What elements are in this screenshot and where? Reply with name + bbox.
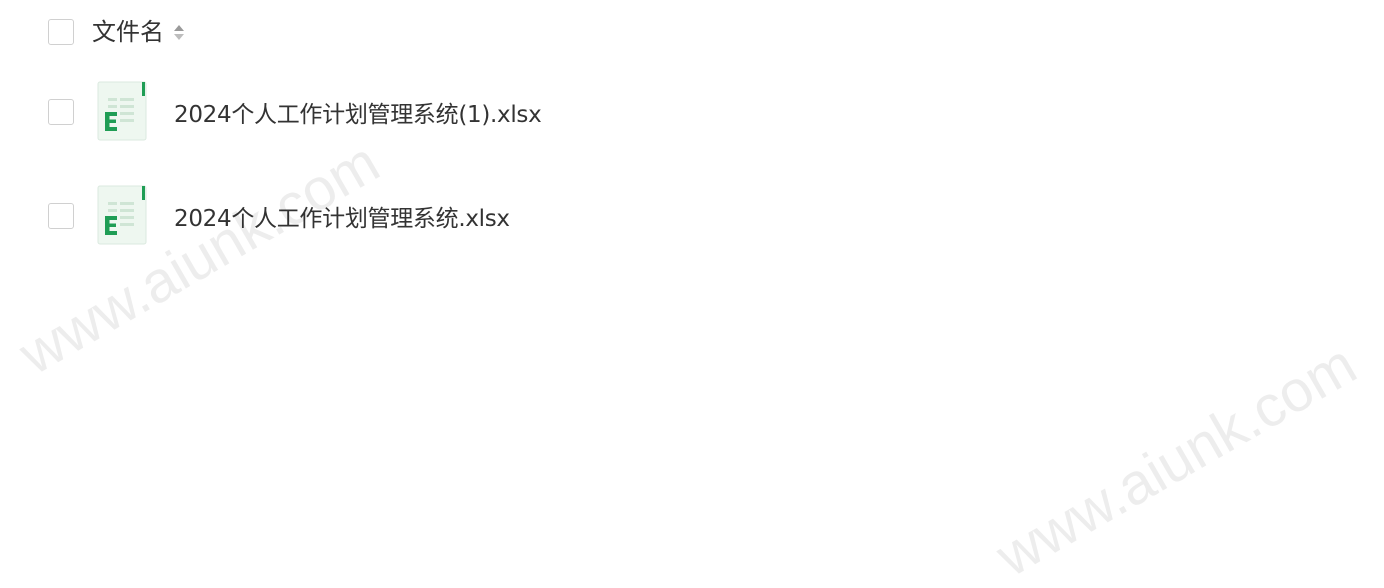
file-row[interactable]: 2024个人工作计划管理系统.xlsx — [48, 185, 510, 247]
watermark-text: www.aiunk.com — [985, 331, 1367, 588]
excel-file-icon — [97, 185, 147, 245]
excel-file-icon — [97, 81, 147, 141]
file-list-header: 文件名 — [48, 17, 186, 47]
file-list-page: 文件名 2024个人工作计划管理系统(1).xlsx 2024个人工作计划管理系… — [0, 0, 1384, 588]
file-name[interactable]: 2024个人工作计划管理系统.xlsx — [174, 199, 510, 233]
file-select-checkbox[interactable] — [48, 203, 74, 229]
select-all-checkbox[interactable] — [48, 19, 74, 45]
file-select-checkbox[interactable] — [48, 99, 74, 125]
file-name[interactable]: 2024个人工作计划管理系统(1).xlsx — [174, 95, 542, 129]
sort-updown-icon[interactable] — [172, 20, 186, 44]
watermark-text: www.aiunk.com — [8, 129, 390, 388]
filename-column-header[interactable]: 文件名 — [92, 17, 164, 47]
file-row[interactable]: 2024个人工作计划管理系统(1).xlsx — [48, 81, 542, 143]
